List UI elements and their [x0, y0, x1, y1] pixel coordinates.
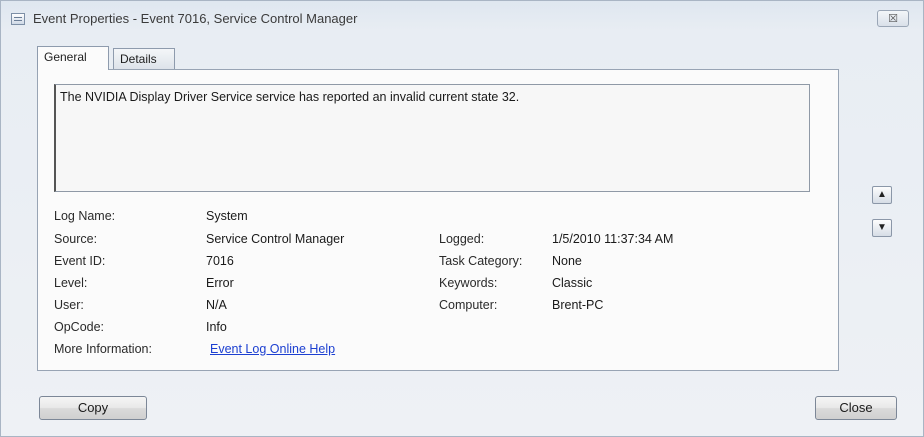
keywords-label: Keywords:	[439, 276, 498, 290]
event-id-value: 7016	[206, 254, 234, 268]
close-icon: ☒	[888, 13, 898, 25]
logged-value: 1/5/2010 11:37:34 AM	[552, 232, 674, 246]
level-label: Level:	[54, 276, 88, 290]
user-value: N/A	[206, 298, 227, 312]
general-panel: The NVIDIA Display Driver Service servic…	[37, 69, 839, 371]
source-label: Source:	[54, 232, 98, 246]
task-category-label: Task Category:	[439, 254, 523, 268]
close-button[interactable]: Close	[815, 396, 897, 420]
event-id-label: Event ID:	[54, 254, 106, 268]
title-bar: Event Properties - Event 7016, Service C…	[1, 1, 923, 37]
arrow-down-icon: ▼	[877, 222, 887, 233]
logged-label: Logged:	[439, 232, 485, 246]
window-title: Event Properties - Event 7016, Service C…	[33, 11, 358, 26]
task-category-value: None	[552, 254, 582, 268]
previous-event-button[interactable]: ▲	[872, 186, 892, 204]
event-description[interactable]: The NVIDIA Display Driver Service servic…	[54, 84, 810, 192]
log-name-label: Log Name:	[54, 209, 116, 223]
more-info-label: More Information:	[54, 342, 152, 356]
source-value: Service Control Manager	[206, 232, 345, 246]
event-viewer-icon	[11, 13, 25, 25]
arrow-up-icon: ▲	[877, 189, 887, 200]
user-label: User:	[54, 298, 84, 312]
close-window-button[interactable]: ☒	[877, 10, 909, 27]
log-name-value: System	[206, 209, 248, 223]
level-value: Error	[206, 276, 234, 290]
event-log-online-help-link[interactable]: Event Log Online Help	[210, 342, 335, 356]
opcode-label: OpCode:	[54, 320, 105, 334]
tab-details[interactable]: Details	[113, 48, 175, 69]
opcode-value: Info	[206, 320, 227, 334]
computer-label: Computer:	[439, 298, 498, 312]
keywords-value: Classic	[552, 276, 593, 290]
event-properties-window: Event Properties - Event 7016, Service C…	[0, 0, 924, 437]
next-event-button[interactable]: ▼	[872, 219, 892, 237]
copy-button[interactable]: Copy	[39, 396, 147, 420]
tab-general[interactable]: General	[37, 46, 109, 70]
computer-value: Brent-PC	[552, 298, 604, 312]
